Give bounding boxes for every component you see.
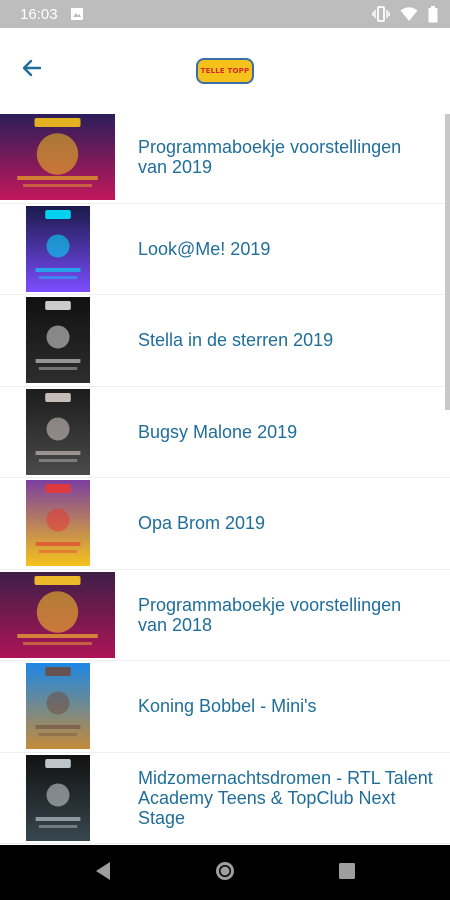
home-circle-icon (213, 859, 237, 888)
playbill-thumbnail (0, 571, 115, 658)
list-item-title: Look@Me! 2019 (138, 238, 271, 259)
nav-recents-button[interactable] (333, 859, 361, 887)
back-arrow-icon (20, 56, 44, 85)
nav-back-button[interactable] (89, 859, 117, 887)
playbill-thumbnail (26, 754, 90, 841)
playbill-list: Programmaboekje voorstellingen van 2019 L… (0, 112, 450, 845)
list-item-title: Stella in de sterren 2019 (138, 330, 334, 351)
status-time: 16:03 (20, 5, 58, 23)
wifi-icon (400, 6, 418, 22)
list-item-title: Programmaboekje voorstellingen van 2019 (138, 137, 402, 178)
system-nav-bar (0, 845, 450, 900)
list-item-title: Bugsy Malone 2019 (138, 421, 298, 442)
list-item[interactable]: Programmaboekje voorstellingen van 2019 (0, 112, 450, 204)
app-logo: TELLE TOPP (196, 58, 254, 84)
list-item[interactable]: Look@Me! 2019 (0, 204, 450, 295)
playbill-thumbnail (26, 663, 90, 749)
image-notification-icon (70, 7, 84, 21)
logo-text: TELLE TOPP (200, 66, 250, 75)
battery-icon (428, 5, 438, 23)
back-triangle-icon (94, 861, 112, 886)
list-item[interactable]: Koning Bobbel - Mini's (0, 661, 450, 753)
list-item[interactable]: Opa Brom 2019 (0, 478, 450, 570)
scrollbar[interactable] (445, 114, 450, 410)
list-item-title: Opa Brom 2019 (138, 513, 266, 534)
playbill-thumbnail (0, 114, 115, 200)
nav-home-button[interactable] (211, 859, 239, 887)
recents-square-icon (338, 862, 356, 885)
list-item-title: Koning Bobbel - Mini's (138, 696, 317, 717)
playbill-thumbnail (26, 205, 90, 292)
list-item-title: Midzomernachtsdromen - RTL Talent Academ… (138, 767, 433, 828)
list-item[interactable]: Midzomernachtsdromen - RTL Talent Academ… (0, 753, 450, 844)
vibrate-icon (372, 6, 390, 22)
playbill-thumbnail (26, 297, 90, 383)
list-item-title: Programmaboekje voorstellingen van 2018 (138, 594, 402, 635)
playbill-thumbnail (26, 480, 90, 566)
list-item[interactable]: Stella in de sterren 2019 (0, 295, 450, 387)
back-button[interactable] (14, 52, 50, 88)
status-bar: 16:03 (0, 0, 450, 28)
playbill-thumbnail (26, 388, 90, 475)
list-item[interactable]: Bugsy Malone 2019 (0, 387, 450, 478)
list-item[interactable]: Programmaboekje voorstellingen van 2018 (0, 570, 450, 661)
app-bar: TELLE TOPP (0, 28, 450, 112)
